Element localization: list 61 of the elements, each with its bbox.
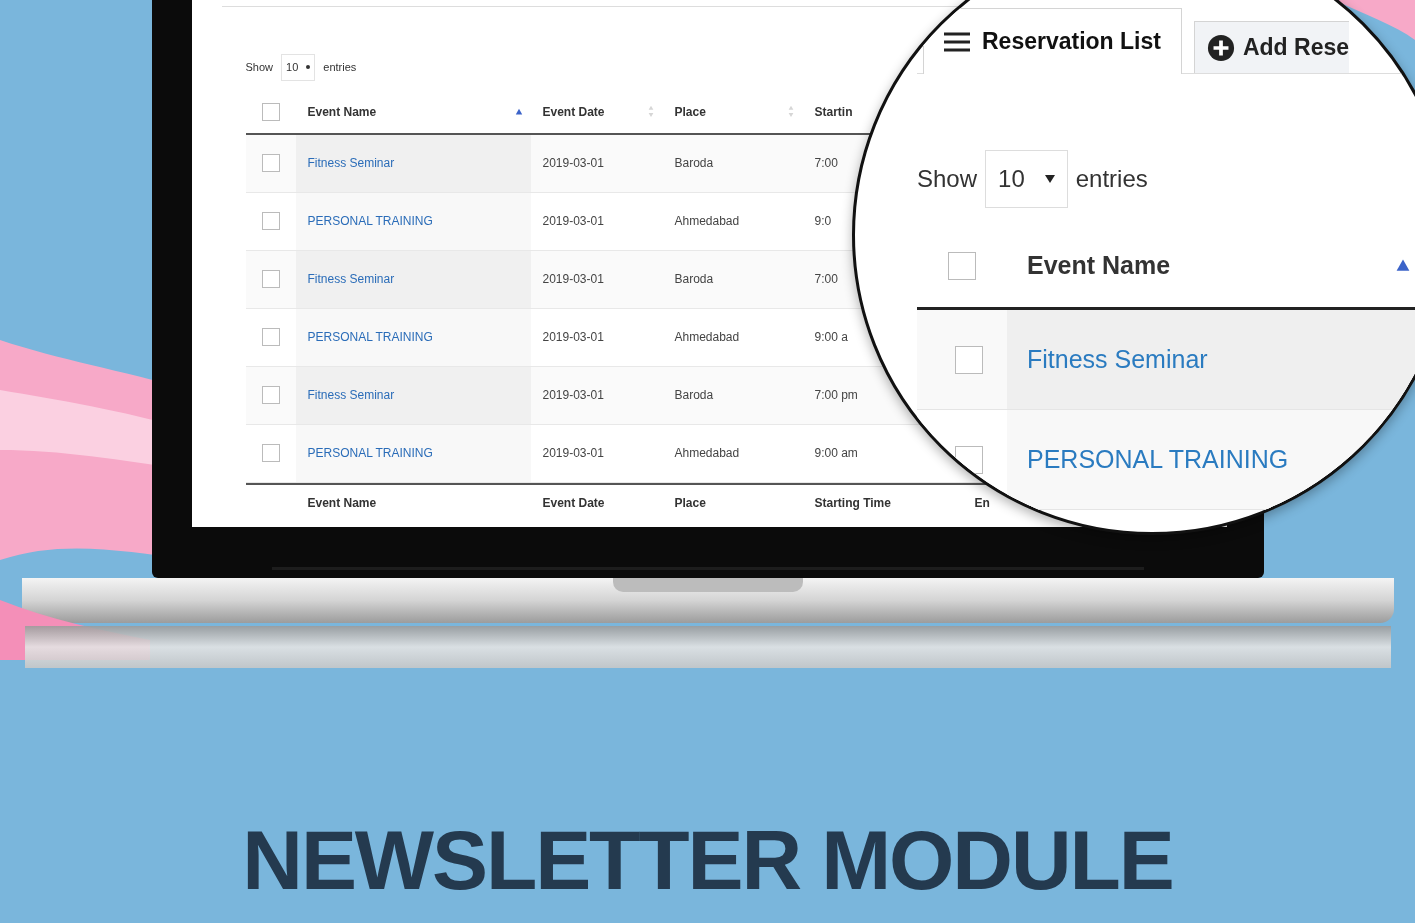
starting-time-cell-text: 9:00 a	[814, 329, 848, 346]
starting-time-cell-text: 9:00 am	[814, 445, 858, 462]
event-name-link[interactable]: Fitness Seminar	[1027, 340, 1208, 379]
menu-icon	[944, 31, 970, 52]
place-cell-text: Baroda	[674, 271, 714, 288]
event-name-link[interactable]: PERSONAL TRAINING	[307, 212, 433, 230]
event-date-cell-text: 2019-03-01	[542, 445, 604, 462]
column-header[interactable]: Place	[674, 102, 706, 121]
tab[interactable]: Add Rese	[1193, 21, 1350, 73]
column-footer: Event Date	[542, 493, 605, 512]
event-name-link[interactable]: Fitness Seminar	[307, 270, 395, 288]
column-header[interactable]: Event Name	[307, 102, 377, 121]
checkbox[interactable]	[261, 386, 280, 404]
plus-circle-icon	[1206, 33, 1235, 62]
place-cell-text: Ahmedabad	[674, 329, 740, 346]
event-date-cell-text: 2019-03-01	[542, 329, 604, 346]
event-date-cell-text: 2019-03-01	[542, 213, 604, 230]
checkbox[interactable]	[261, 270, 280, 288]
checkbox[interactable]	[955, 445, 983, 474]
event-date-cell-text: 2019-03-01	[542, 155, 604, 172]
column-footer: Place	[674, 493, 706, 512]
event-date-cell-text: 2019-03-01	[542, 271, 604, 288]
sort-ascending-icon[interactable]	[1395, 257, 1411, 274]
checkbox[interactable]	[261, 154, 280, 172]
event-name-link[interactable]: PERSONAL TRAINING	[307, 444, 433, 462]
tab[interactable]: Reservation List	[923, 8, 1182, 74]
column-footer: En	[974, 493, 990, 512]
entries-label: entries	[323, 60, 357, 75]
show-label: Show	[917, 164, 978, 194]
checkbox[interactable]	[261, 328, 280, 346]
entries-label: entries	[1075, 164, 1148, 194]
event-name-link[interactable]: Fitness Seminar	[307, 386, 395, 404]
place-cell-text: Ahmedabad	[674, 213, 740, 230]
column-header[interactable]: Event Name	[1027, 246, 1171, 285]
column-footer: Starting Time	[814, 493, 891, 512]
dropdown-caret-icon	[1044, 175, 1055, 183]
sort-icon[interactable]	[646, 105, 655, 118]
starting-time-cell-text: 7:00 pm	[814, 387, 858, 404]
event-name-link[interactable]: Fitness Seminar	[307, 154, 395, 172]
starting-time-cell-text: 7:00	[814, 155, 838, 172]
place-cell-text: Ahmedabad	[674, 445, 740, 462]
place-cell-text: Baroda	[674, 387, 714, 404]
checkbox[interactable]	[261, 102, 280, 121]
starting-time-cell-text: 9:0	[814, 213, 832, 230]
event-name-link[interactable]: PERSONAL TRAINING	[307, 328, 433, 346]
page-title: NEWSLETTER MODULE	[242, 818, 1173, 902]
column-header[interactable]: Event Date	[542, 102, 605, 121]
checkbox[interactable]	[955, 345, 983, 374]
starting-time-cell-text: 7:00	[814, 271, 838, 288]
checkbox[interactable]	[948, 251, 976, 280]
sort-ascending-icon[interactable]	[514, 107, 523, 116]
place-cell-text: Baroda	[674, 155, 714, 172]
entries-select[interactable]: 10	[985, 150, 1068, 208]
show-label: Show	[245, 60, 274, 75]
entries-select[interactable]: 10	[281, 54, 316, 81]
sort-icon[interactable]	[786, 105, 795, 118]
column-footer: Event Name	[307, 493, 377, 512]
event-date-cell-text: 2019-03-01	[542, 387, 604, 404]
checkbox[interactable]	[261, 444, 280, 462]
checkbox[interactable]	[261, 212, 280, 230]
column-header[interactable]: Startin	[814, 102, 853, 121]
